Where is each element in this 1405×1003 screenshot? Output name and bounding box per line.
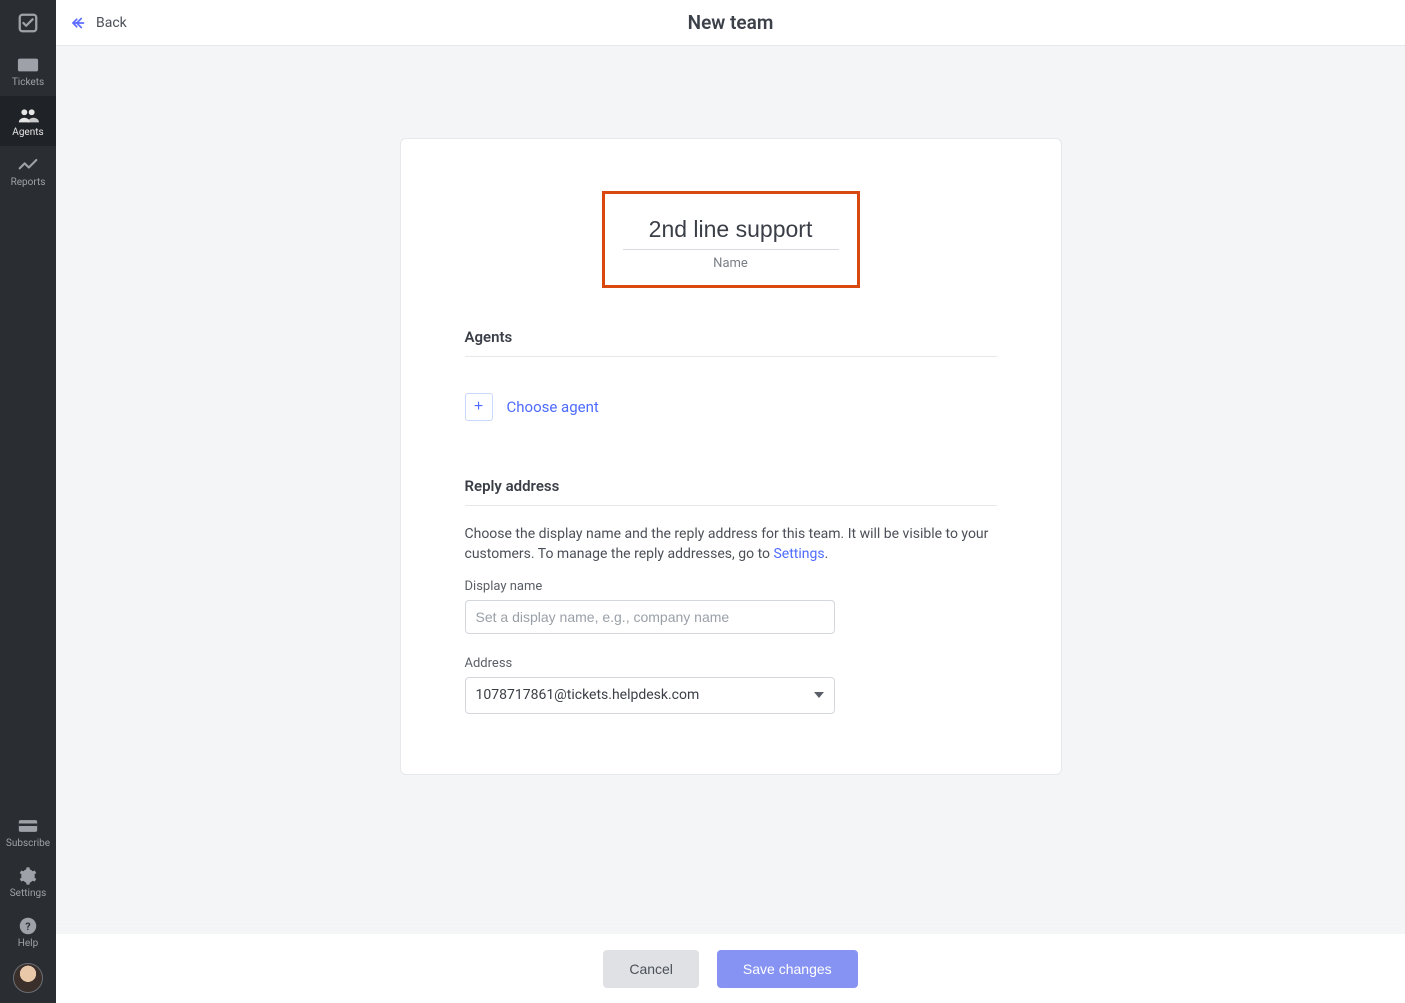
back-label: Back: [96, 15, 127, 31]
save-button[interactable]: Save changes: [717, 950, 858, 988]
nav-tickets[interactable]: Tickets: [0, 46, 56, 96]
back-button[interactable]: Back: [56, 0, 141, 45]
address-value: 1078717861@tickets.helpdesk.com: [476, 687, 700, 703]
nav-label: Help: [18, 939, 38, 949]
nav-label: Reports: [11, 178, 46, 188]
chevron-down-icon: [814, 692, 824, 698]
reports-icon: [17, 156, 39, 174]
form-card: Name Agents + Choose agent Reply address…: [400, 138, 1062, 775]
display-name-label: Display name: [465, 579, 997, 594]
agents-icon: [17, 106, 39, 124]
nav-help[interactable]: ? Help: [0, 907, 56, 957]
add-agent-button[interactable]: +: [465, 393, 493, 421]
help-icon: ?: [17, 917, 39, 935]
back-arrow-icon: [70, 14, 88, 32]
team-name-input[interactable]: [623, 216, 839, 250]
nav-settings[interactable]: Settings: [0, 857, 56, 907]
nav-label: Tickets: [12, 78, 44, 88]
topbar: Back New team: [56, 0, 1405, 46]
cancel-button[interactable]: Cancel: [603, 950, 699, 988]
user-avatar[interactable]: [13, 963, 43, 993]
svg-text:?: ?: [25, 920, 30, 933]
footer-bar: Cancel Save changes: [56, 933, 1405, 1003]
address-label: Address: [465, 656, 997, 671]
nav-label: Subscribe: [6, 839, 50, 849]
reply-description: Choose the display name and the reply ad…: [465, 524, 997, 565]
sidebar: Tickets Agents Reports: [0, 0, 56, 1003]
display-name-input[interactable]: [465, 600, 835, 634]
team-name-frame: Name: [602, 191, 860, 288]
settings-link[interactable]: Settings: [773, 546, 824, 562]
nav-label: Settings: [10, 889, 47, 899]
agents-section-title: Agents: [465, 328, 997, 357]
nav-reports[interactable]: Reports: [0, 146, 56, 196]
address-select[interactable]: 1078717861@tickets.helpdesk.com: [465, 677, 835, 714]
nav-agents[interactable]: Agents: [0, 96, 56, 146]
gear-icon: [17, 867, 39, 885]
ticket-icon: [17, 56, 39, 74]
card-icon: [17, 817, 39, 835]
choose-agent-link[interactable]: Choose agent: [507, 398, 599, 416]
page-title: New team: [688, 11, 774, 34]
reply-section-title: Reply address: [465, 477, 997, 506]
nav-subscribe[interactable]: Subscribe: [0, 807, 56, 857]
team-name-caption: Name: [713, 256, 748, 271]
nav-label: Agents: [12, 128, 43, 138]
app-logo[interactable]: [0, 0, 56, 46]
